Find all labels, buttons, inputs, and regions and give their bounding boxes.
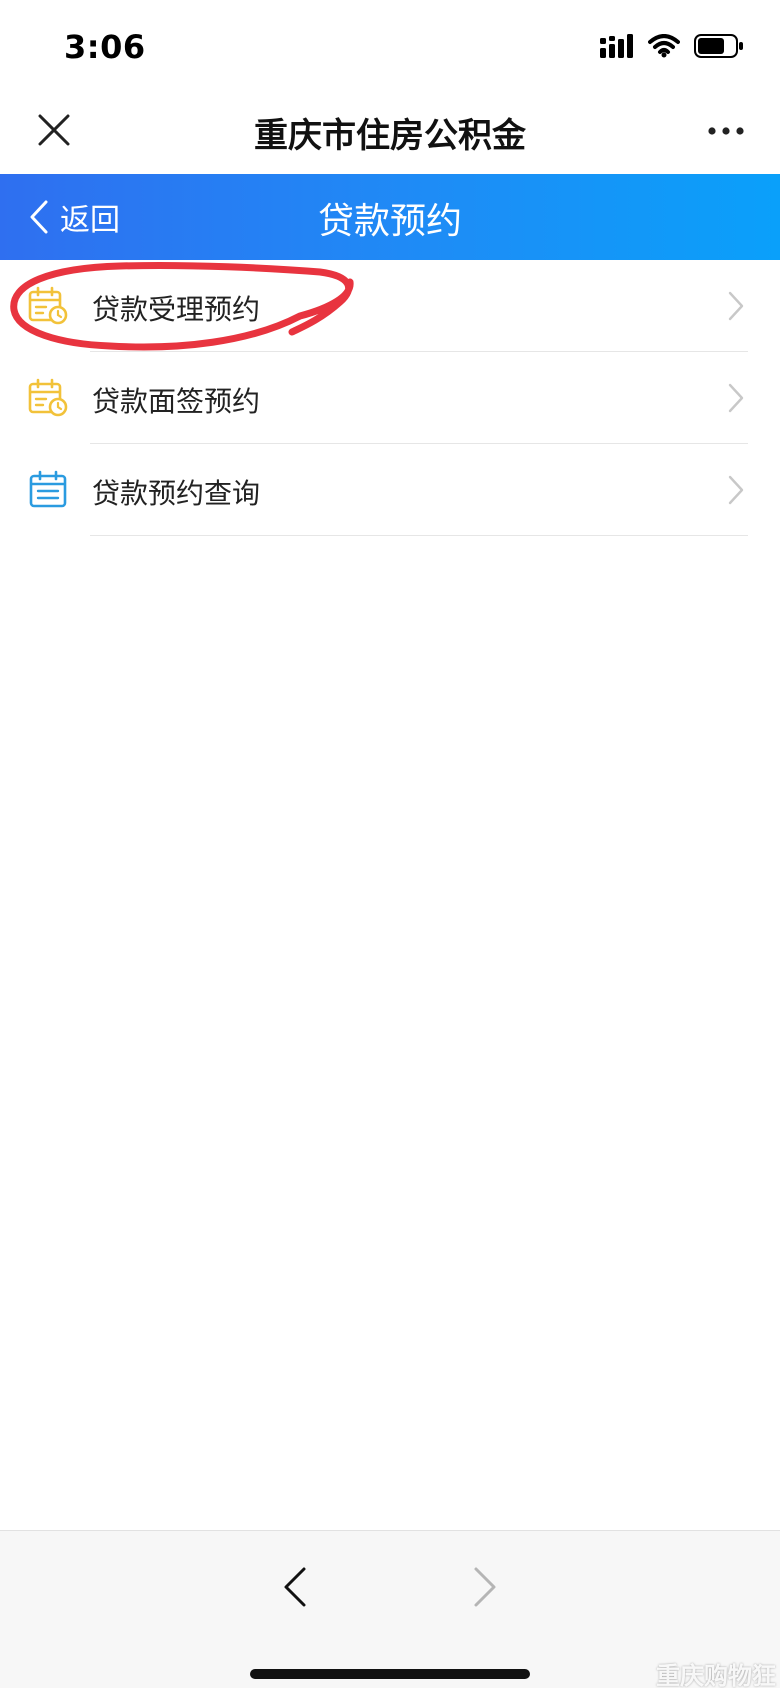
- chevron-right-icon: [728, 291, 744, 321]
- nav-bar: 返回 贷款预约: [0, 174, 780, 260]
- app-title: 重庆市住房公积金: [254, 116, 526, 156]
- wifi-icon: [648, 34, 680, 58]
- menu-item-label: 贷款受理预约: [92, 293, 261, 326]
- status-icons: [600, 34, 744, 58]
- calendar-clock-icon: [28, 286, 68, 325]
- app-header: 重庆市住房公积金: [0, 88, 780, 174]
- watermark: 重庆购物狂: [656, 1662, 776, 1688]
- status-bar: 3:06: [0, 0, 780, 88]
- divider: [90, 535, 748, 536]
- calendar-list-icon: [29, 470, 67, 508]
- calendar-clock-icon: [28, 378, 68, 417]
- nav-back-icon[interactable]: [280, 1565, 310, 1609]
- screen: 3:06 重庆市住房公积金 返回 贷款预约 贷款受理预约 贷款面签预约 贷款预约…: [0, 0, 780, 1688]
- home-indicator[interactable]: [250, 1669, 530, 1679]
- cellular-signal-icon: [600, 34, 633, 58]
- chevron-right-icon: [728, 383, 744, 413]
- menu-item-label: 贷款面签预约: [92, 385, 261, 418]
- menu-item-loan-signing[interactable]: 贷款面签预约: [0, 352, 780, 444]
- menu-item-label: 贷款预约查询: [92, 477, 261, 510]
- menu-item-loan-query[interactable]: 贷款预约查询: [0, 444, 780, 536]
- more-options-icon[interactable]: [706, 116, 746, 146]
- battery-icon: [694, 34, 743, 58]
- menu-item-loan-acceptance[interactable]: 贷款受理预约: [0, 260, 780, 352]
- nav-forward-icon[interactable]: [470, 1565, 500, 1609]
- chevron-right-icon: [728, 475, 744, 505]
- page-title: 贷款预约: [317, 201, 462, 242]
- menu-list: 贷款受理预约 贷款面签预约 贷款预约查询: [0, 260, 780, 536]
- status-time: 3:06: [64, 28, 146, 66]
